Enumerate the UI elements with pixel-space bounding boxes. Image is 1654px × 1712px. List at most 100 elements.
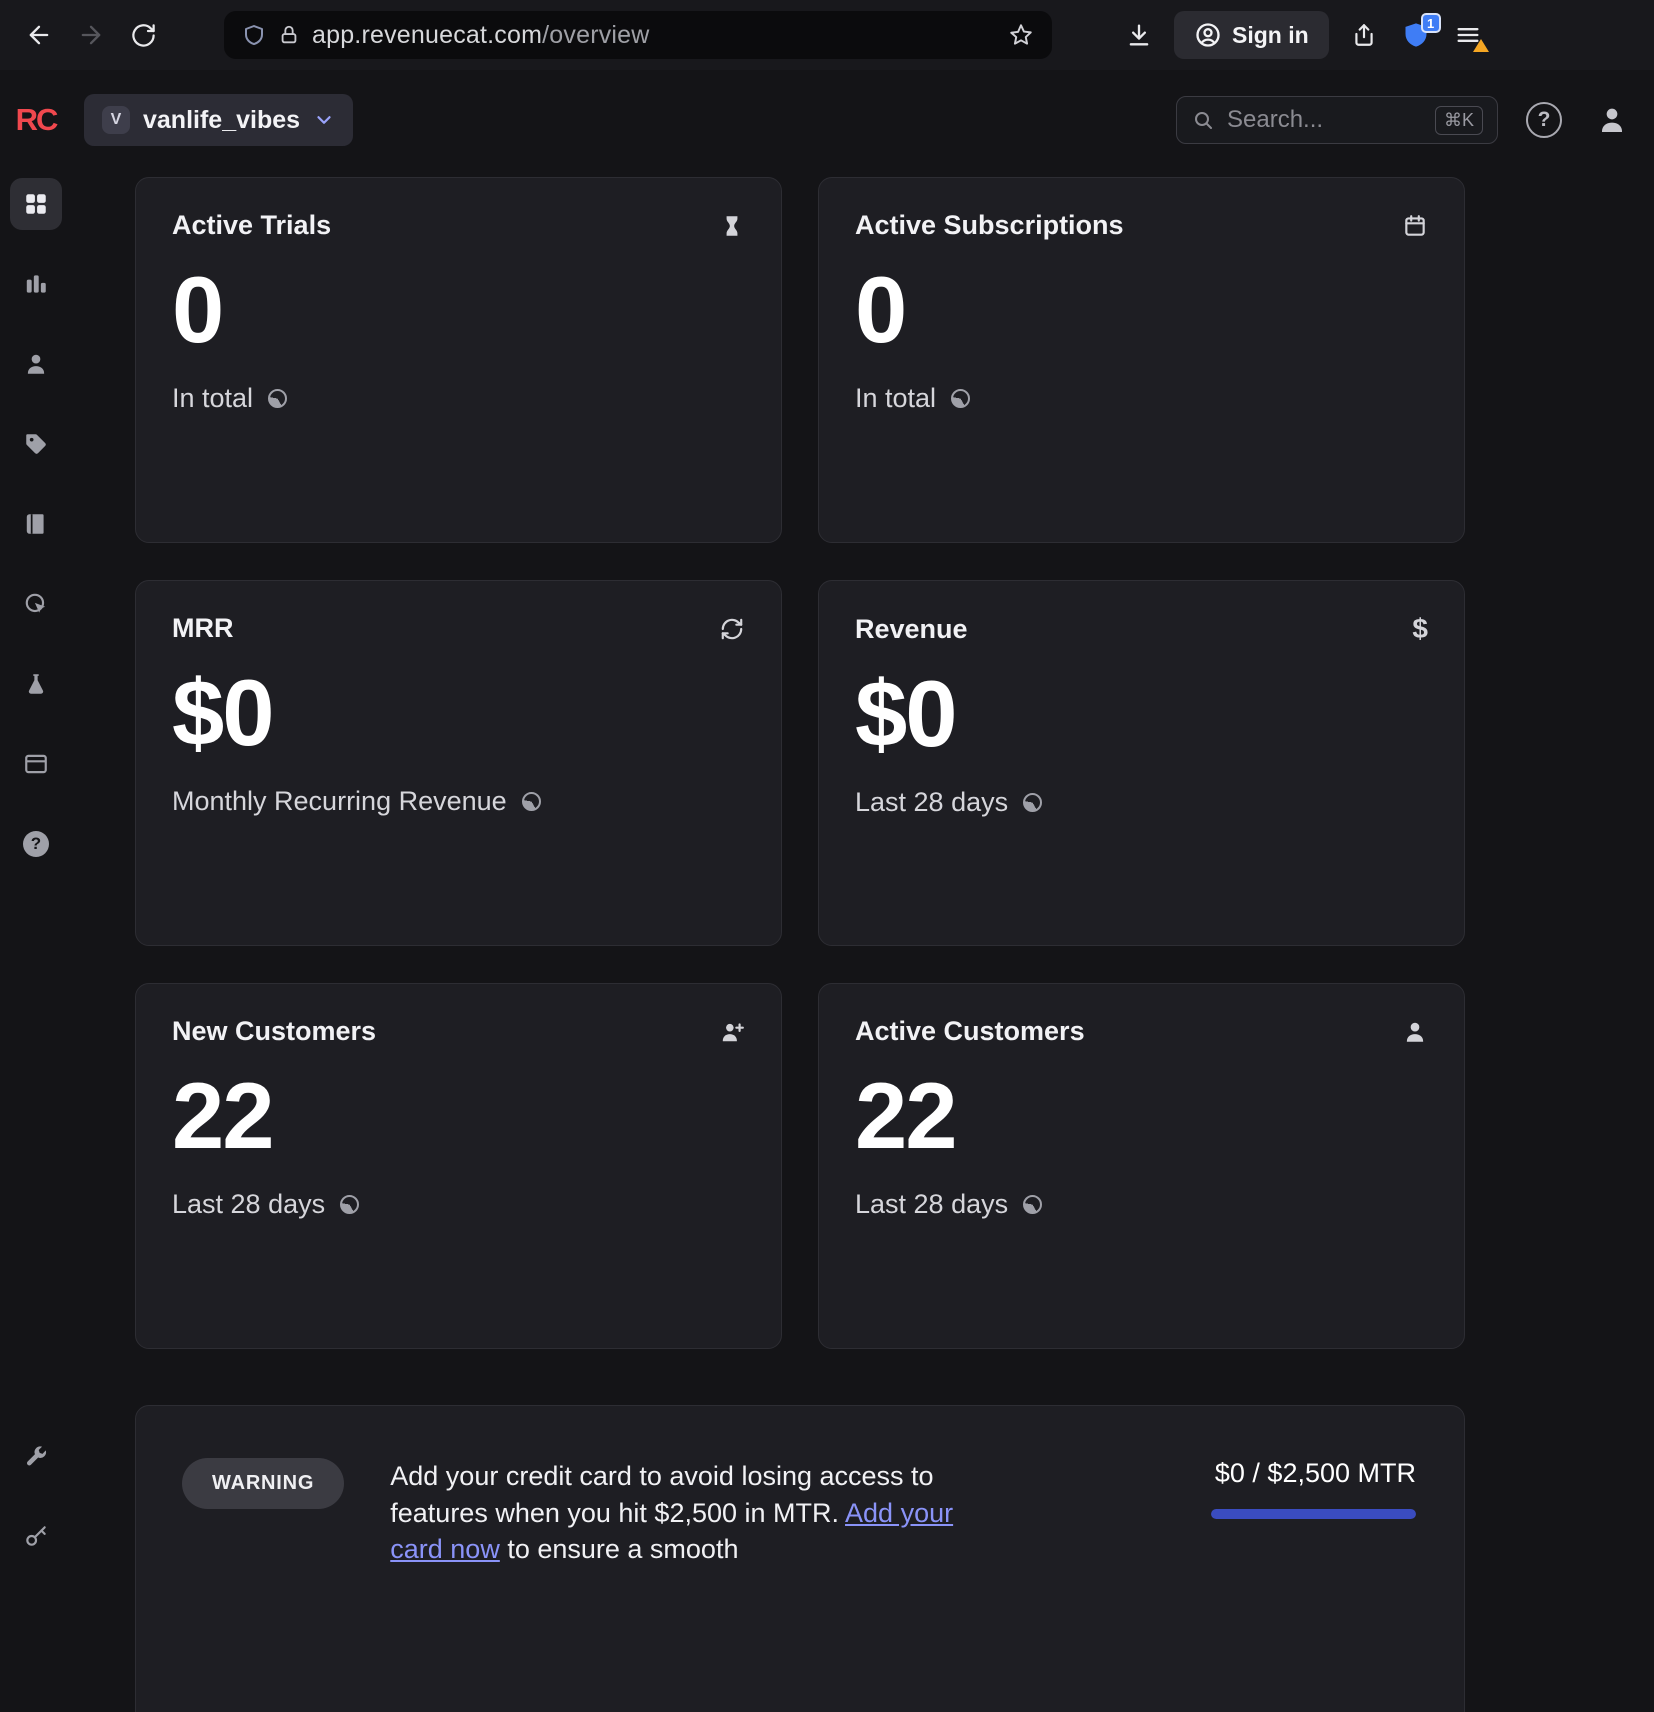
project-initial-badge: V <box>102 106 130 134</box>
tooltip-pie-icon[interactable] <box>521 792 541 811</box>
card-subtitle: In total <box>172 383 254 413</box>
card-subtitle: In total <box>855 383 937 413</box>
tooltip-pie-icon[interactable] <box>1023 1195 1043 1214</box>
sidebar-item-customers[interactable] <box>10 338 62 390</box>
hourglass-icon <box>719 213 745 239</box>
overview-grid-icon <box>26 194 46 214</box>
extension-badge: 1 <box>1420 13 1441 33</box>
sidebar-item-docs[interactable] <box>10 498 62 550</box>
card-title: Active Customers <box>855 1016 1085 1046</box>
overview-page: Active Trials 0 In total Active Subscrip… <box>72 170 1654 1712</box>
extension-shield-button[interactable]: 1 <box>1393 12 1441 58</box>
sidebar-item-charts[interactable] <box>10 258 62 310</box>
sidebar-item-api-keys[interactable] <box>10 1510 62 1562</box>
app-header: RC V vanlife_vibes ⌘K ? <box>0 70 1654 170</box>
card-title: MRR <box>172 613 234 643</box>
project-name: vanlife_vibes <box>143 105 301 134</box>
share-icon <box>1355 24 1373 46</box>
mtr-progress-fill <box>1211 1509 1416 1519</box>
card-subtitle: Monthly Recurring Revenue <box>172 786 507 816</box>
settings-wrench-icon <box>26 1446 47 1466</box>
sidebar-item-experiments[interactable] <box>10 658 62 710</box>
customers-person-icon <box>27 354 45 374</box>
card-subtitle: Last 28 days <box>855 787 1009 817</box>
tooltip-pie-icon[interactable] <box>268 389 288 408</box>
warning-badge: WARNING <box>182 1458 345 1509</box>
paywalls-window-icon <box>25 754 47 774</box>
dollar-icon: $ <box>1412 613 1428 644</box>
billing-warning-banner: WARNING Add your credit card to avoid lo… <box>135 1405 1465 1712</box>
sign-in-button[interactable]: Sign in <box>1174 11 1329 59</box>
search-icon <box>1195 112 1212 129</box>
metric-cards-grid: Active Trials 0 In total Active Subscrip… <box>135 177 1465 1349</box>
sidebar-item-paywalls[interactable] <box>10 738 62 790</box>
browser-toolbar: app.revenuecat.com/overview Sign in 1 <box>0 0 1654 70</box>
tooltip-pie-icon[interactable] <box>951 389 971 408</box>
sidebar-item-overview[interactable] <box>10 178 62 230</box>
card-title: New Customers <box>172 1016 377 1046</box>
chevron-down-icon <box>317 116 331 124</box>
download-icon <box>1129 24 1149 46</box>
card-subtitle: Last 28 days <box>855 1189 1009 1219</box>
card-title: Revenue <box>855 613 968 644</box>
targeting-click-icon <box>25 593 46 613</box>
lock-icon[interactable] <box>278 24 300 46</box>
calendar-icon <box>1402 213 1428 239</box>
card-value: $0 <box>172 660 275 765</box>
user-icon <box>1402 1019 1428 1045</box>
card-title: Active Trials <box>172 210 332 240</box>
revenuecat-logo[interactable]: RC <box>0 102 72 138</box>
sidebar-item-products[interactable] <box>10 418 62 470</box>
avatar-person-icon <box>1602 108 1622 132</box>
browser-menu-button[interactable] <box>1445 12 1491 58</box>
help-button[interactable]: ? <box>1526 102 1562 138</box>
tooltip-pie-icon[interactable] <box>340 1195 360 1214</box>
card-value: 0 <box>855 257 907 362</box>
sidebar-item-targeting[interactable] <box>10 578 62 630</box>
metric-card-active-customers: Active Customers 22 Last 28 days <box>818 983 1465 1349</box>
mtr-usage-label: $0 / $2,500 MTR <box>1214 1458 1416 1488</box>
sign-in-label: Sign in <box>1232 21 1309 48</box>
star-icon <box>1010 24 1032 45</box>
url-domain: app.revenuecat.com <box>312 20 543 49</box>
forward-button[interactable] <box>68 12 114 58</box>
experiments-flask-icon <box>28 674 44 694</box>
api-keys-key-icon <box>26 1526 46 1546</box>
help-glyph: ? <box>1537 108 1551 131</box>
card-value: 0 <box>172 257 224 362</box>
card-subtitle: Last 28 days <box>172 1189 326 1219</box>
sidebar-item-settings[interactable] <box>10 1430 62 1482</box>
mtr-progress-bar <box>1211 1509 1416 1519</box>
help-circle-icon: ? <box>23 831 49 857</box>
address-bar[interactable]: app.revenuecat.com/overview <box>224 11 1052 59</box>
metric-card-active-subscriptions: Active Subscriptions 0 In total <box>818 177 1465 543</box>
warning-text-after: to ensure a smooth <box>499 1534 739 1565</box>
search-box[interactable]: ⌘K <box>1176 96 1498 144</box>
card-title: Active Subscriptions <box>855 210 1124 240</box>
account-menu-button[interactable] <box>1596 104 1628 136</box>
downloads-button[interactable] <box>1116 12 1162 58</box>
charts-bar-icon <box>26 275 46 293</box>
card-value: $0 <box>855 661 958 766</box>
help-circle-glyph: ? <box>30 834 42 853</box>
update-warning-badge-icon <box>1472 39 1489 52</box>
tracking-shield-icon[interactable] <box>242 23 266 47</box>
url-path: /overview <box>542 20 650 49</box>
bookmark-star-button[interactable] <box>1008 22 1034 48</box>
sidebar-item-help[interactable]: ? <box>10 818 62 870</box>
back-button[interactable] <box>16 12 62 58</box>
recurring-icon <box>719 616 745 642</box>
metric-card-revenue: Revenue $ $0 Last 28 days <box>818 580 1465 946</box>
share-button[interactable] <box>1341 12 1387 58</box>
docs-book-icon <box>26 514 44 534</box>
metric-card-new-customers: New Customers 22 Last 28 days <box>135 983 782 1349</box>
project-selector[interactable]: V vanlife_vibes <box>84 94 354 146</box>
search-shortcut-badge: ⌘K <box>1434 105 1483 135</box>
metric-card-active-trials: Active Trials 0 In total <box>135 177 782 543</box>
reload-icon <box>131 23 155 47</box>
tooltip-pie-icon[interactable] <box>1023 793 1043 812</box>
search-input[interactable] <box>1227 106 1423 134</box>
reload-button[interactable] <box>120 12 166 58</box>
warning-message: Add your credit card to avoid losing acc… <box>390 1458 980 1568</box>
card-value: 22 <box>172 1063 275 1168</box>
